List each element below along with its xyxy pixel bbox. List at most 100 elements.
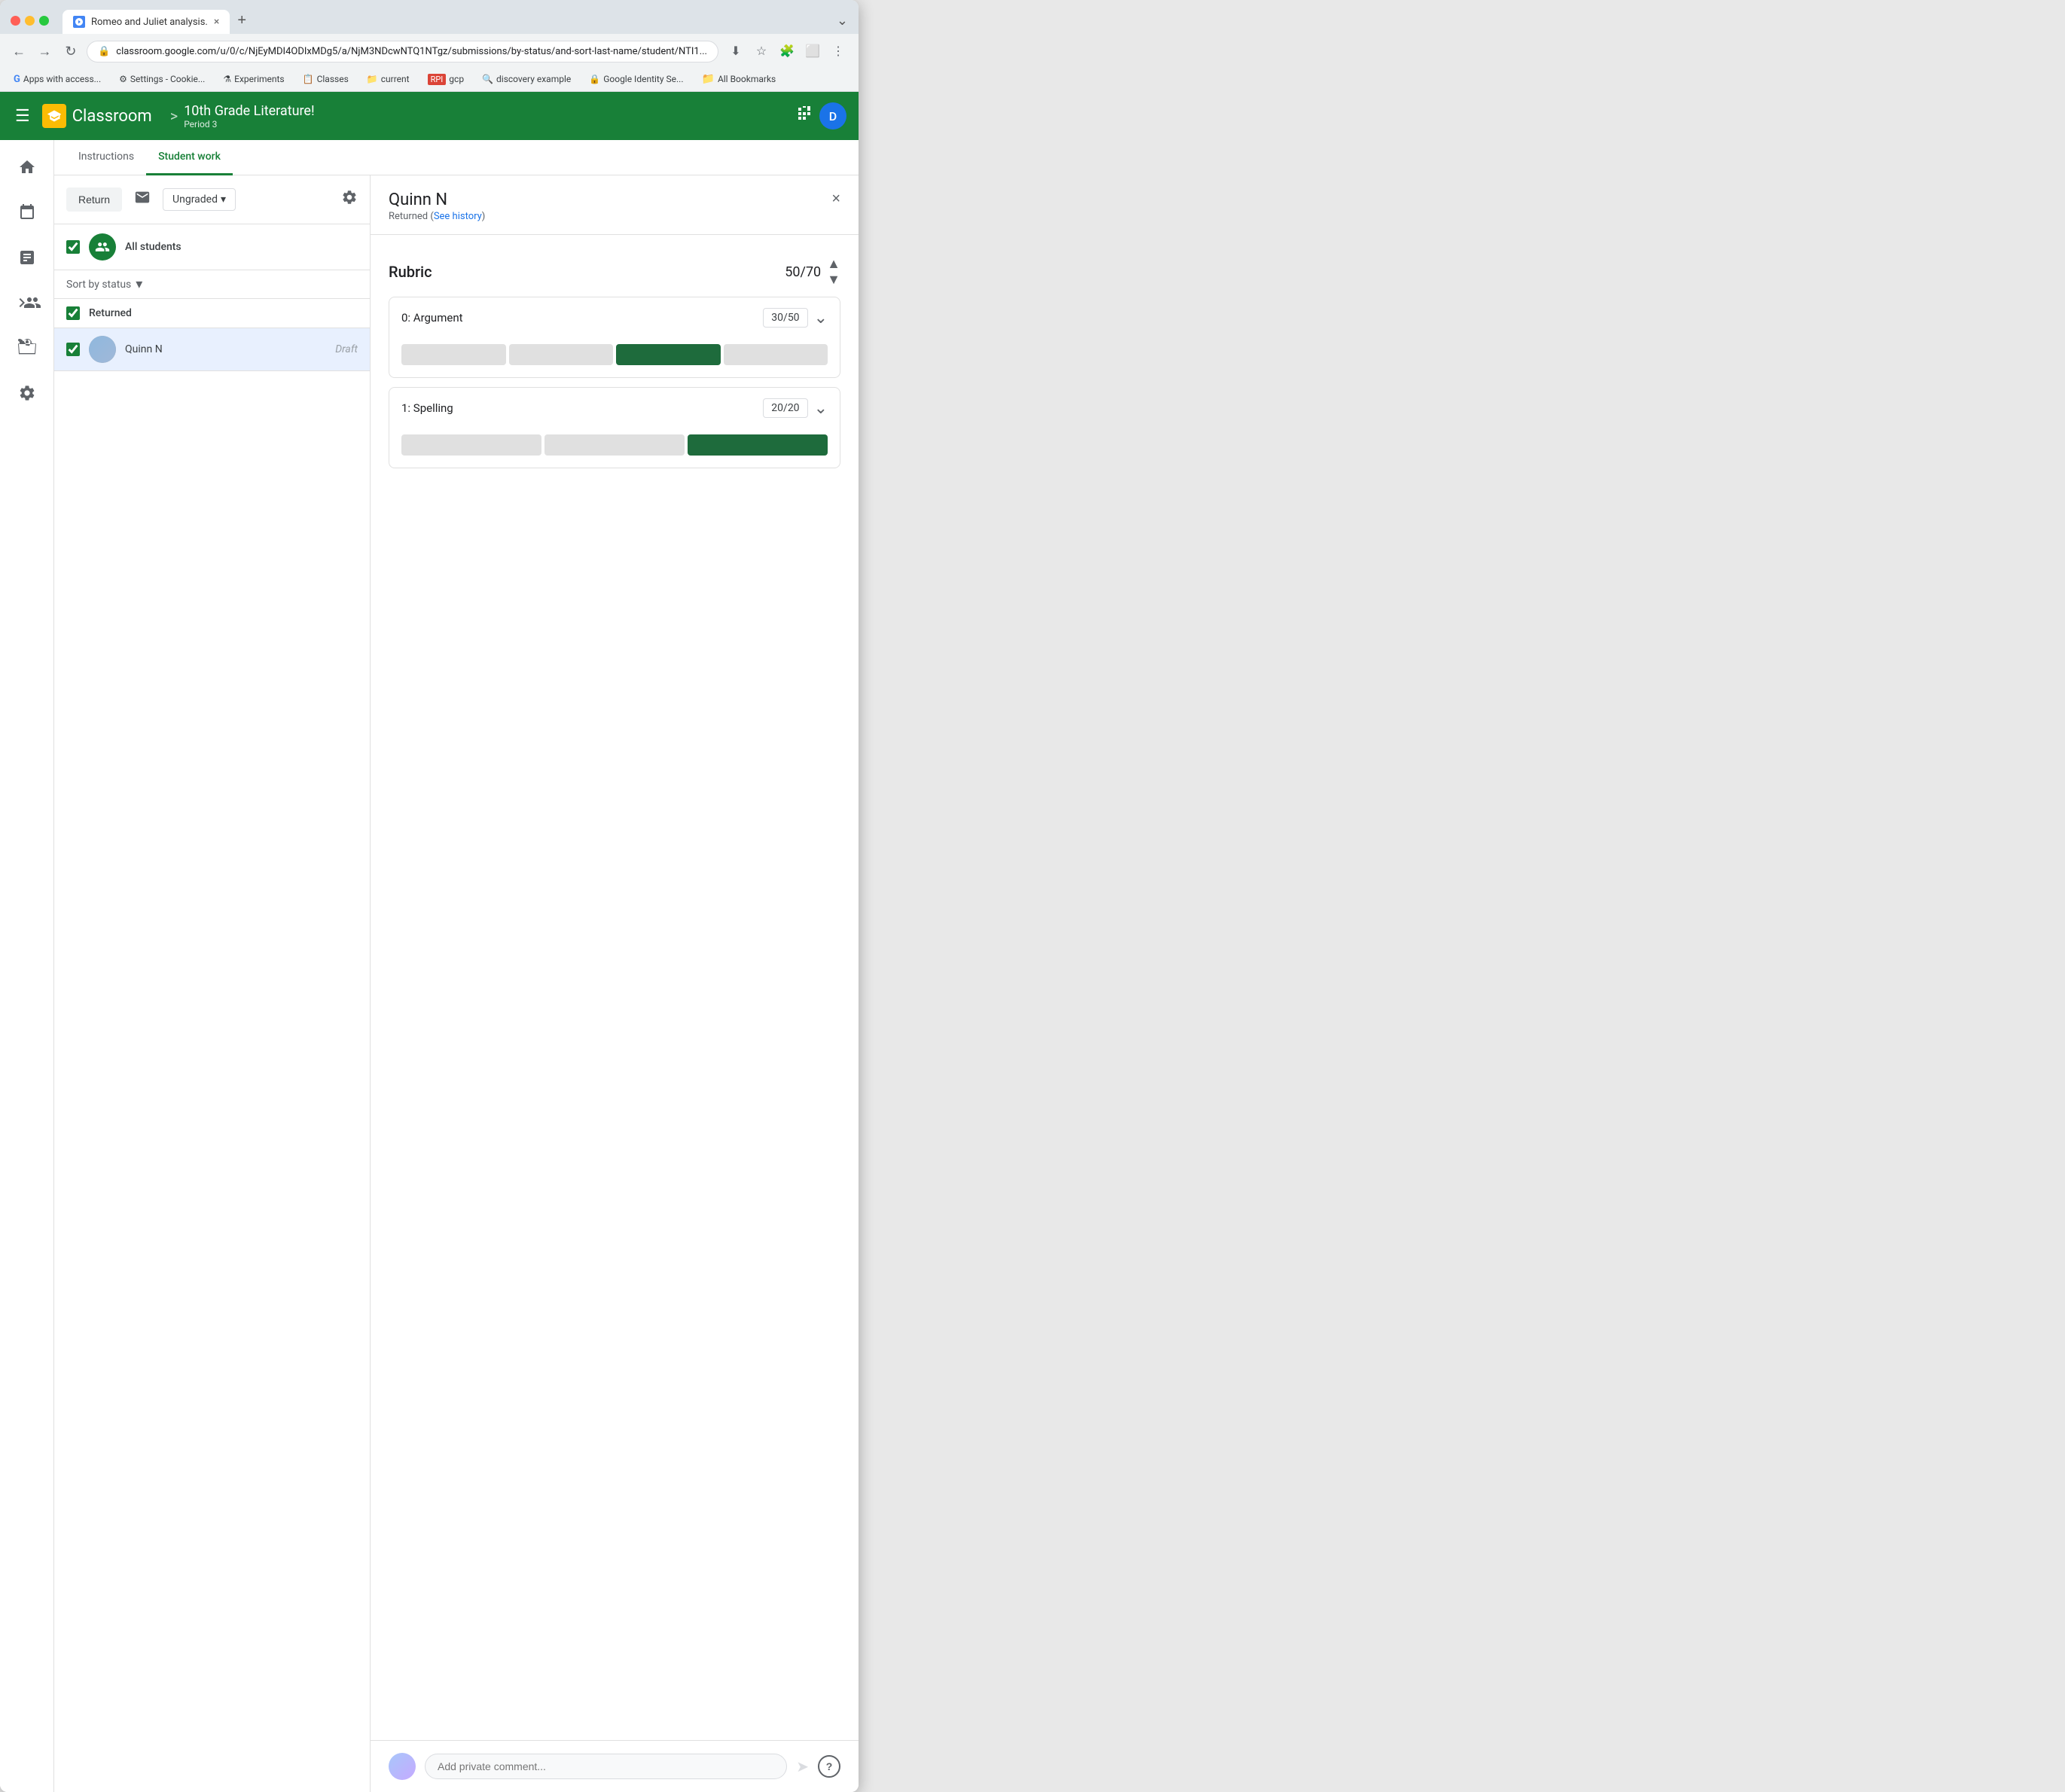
browser-more-button[interactable]: ⌄ [837,13,848,29]
sort-label: Sort by status [66,279,131,291]
profile-icon[interactable]: ⬜ [801,40,824,62]
rubric-criteria-0: 0: Argument 30/50 ⌄ [389,297,840,378]
sidebar-item-settings[interactable] [6,372,48,414]
url-text: classroom.google.com/u/0/c/NjEyMDI4ODIxM… [116,46,707,57]
rating-bar-1-0[interactable] [401,434,541,456]
tab-student-work[interactable]: Student work [146,140,233,175]
detail-header: Quinn N Returned (See history) × [371,175,859,235]
tab-close-button[interactable]: × [214,16,219,28]
filter-dropdown[interactable]: Ungraded ▾ [163,188,236,211]
course-info: 10th Grade Literature! Period 3 [184,103,314,130]
bookmark-gcp[interactable]: RPI gcp [423,72,468,87]
private-comment-input[interactable] [425,1754,787,1779]
return-button[interactable]: Return [66,187,122,212]
rubric-total-score: 50/70 ▲ ▼ [785,256,840,288]
app-header: ☰ Classroom > 10th Grade Literature! Per… [0,92,859,140]
settings-button[interactable] [341,189,358,210]
bookmark-settings[interactable]: ⚙ Settings - Cookie... [114,72,209,86]
download-icon[interactable]: ⬇ [724,40,747,62]
grid-icon-button[interactable] [795,105,813,127]
user-avatar[interactable]: D [819,102,846,130]
menu-icon[interactable]: ⋮ [827,40,849,62]
student-row[interactable]: Quinn N Draft [54,328,370,371]
new-tab-button[interactable]: + [230,8,254,34]
returned-group-checkbox[interactable] [66,306,80,320]
status-group-header: Returned [54,299,370,328]
criteria-0-bars [389,338,840,377]
rating-bar-1-1[interactable] [544,434,685,456]
bookmark-apps[interactable]: G Apps with access... [9,72,105,87]
back-button[interactable]: ← [9,40,29,62]
classroom-logo-text: Classroom [72,107,152,126]
rating-bar-1-2[interactable] [688,434,828,456]
forward-button[interactable]: → [35,40,54,62]
rating-bar-0-1[interactable] [509,344,614,365]
commenter-avatar [389,1753,416,1780]
comment-help-button[interactable]: ? [818,1755,840,1778]
score-up-icon: ▲ [827,256,840,272]
browser-tab[interactable]: Romeo and Juliet analysis. × [63,10,230,34]
sidebar-item-calendar[interactable] [6,191,48,233]
bookmark-all[interactable]: 📁 All Bookmarks [697,72,781,87]
criteria-0-expand[interactable]: ⌄ [814,308,828,328]
rubric-criteria-1: 1: Spelling 20/20 ⌄ [389,387,840,468]
all-students-icon [89,233,116,261]
comment-send-button[interactable]: ➤ [796,1757,809,1776]
detail-content: Rubric 50/70 ▲ ▼ [371,235,859,1740]
bookmark-discovery[interactable]: 🔍 Quinn N discovery example [477,72,575,86]
criteria-1-bars [389,428,840,468]
criteria-1-header: 1: Spelling 20/20 ⌄ [389,388,840,428]
criteria-1-expand[interactable]: ⌄ [814,398,828,418]
detail-panel: Quinn N Returned (See history) × [371,175,859,1792]
all-students-checkbox[interactable] [66,240,80,254]
rating-bar-0-0[interactable] [401,344,506,365]
rating-bar-0-2[interactable] [616,344,721,365]
bookmark-experiments[interactable]: ⚗ Experiments [218,72,288,86]
detail-status: Returned (See history) [389,211,485,222]
breadcrumb-arrow: > [170,107,178,125]
sort-row[interactable]: Sort by status ▾ [54,270,370,299]
content-area: Instructions Student work Return [54,140,859,1792]
email-button[interactable] [130,184,155,215]
status-group-label: Returned [89,307,132,319]
filter-arrow: ▾ [221,194,226,206]
extensions-icon[interactable]: 🧩 [776,40,798,62]
tab-instructions[interactable]: Instructions [66,140,146,175]
bookmark-google-identity[interactable]: 🔒 Google Identity Se... [584,72,688,86]
bookmark-icon[interactable]: ☆ [750,40,773,62]
address-bar[interactable]: 🔒 classroom.google.com/u/0/c/NjEyMDI4ODI… [87,41,718,62]
sidebar-expand-people[interactable] [6,282,48,324]
minimize-dot[interactable] [25,16,35,26]
detail-student-name: Quinn N [389,190,485,209]
see-history-link[interactable]: See history [434,211,482,222]
score-down-icon: ▼ [827,272,840,288]
bookmark-current[interactable]: 📁 current [362,72,414,86]
rating-bar-0-3[interactable] [724,344,828,365]
student-checkbox[interactable] [66,343,80,356]
student-avatar [89,336,116,363]
maximize-dot[interactable] [39,16,49,26]
close-detail-button[interactable]: × [831,190,840,208]
comment-area: ➤ ? [371,1740,859,1792]
sort-arrow-icon: ▾ [136,276,142,292]
course-title: 10th Grade Literature! [184,103,314,119]
bookmark-classes[interactable]: 📋 Classes [298,72,353,86]
criteria-1-name: 1: Spelling [401,401,453,415]
criteria-0-header: 0: Argument 30/50 ⌄ [389,297,840,338]
rubric-score-arrows[interactable]: ▲ ▼ [827,256,840,288]
hamburger-button[interactable]: ☰ [12,103,33,129]
tab-favicon [73,16,85,28]
classroom-logo-icon [42,104,66,128]
rubric-score-value: 50/70 [785,264,821,280]
reload-button[interactable]: ↻ [61,40,81,62]
student-list-panel: Return Ungraded ▾ [54,175,371,1792]
sidebar [0,140,54,1792]
sidebar-item-todo[interactable] [6,236,48,279]
header-right: D [795,102,846,130]
sidebar-item-home[interactable] [6,146,48,188]
lock-icon: 🔒 [98,46,110,57]
close-dot[interactable] [11,16,20,26]
student-submission-status: Draft [335,343,358,355]
rubric-header: Rubric 50/70 ▲ ▼ [389,247,840,297]
sidebar-item-archive[interactable] [6,327,48,369]
